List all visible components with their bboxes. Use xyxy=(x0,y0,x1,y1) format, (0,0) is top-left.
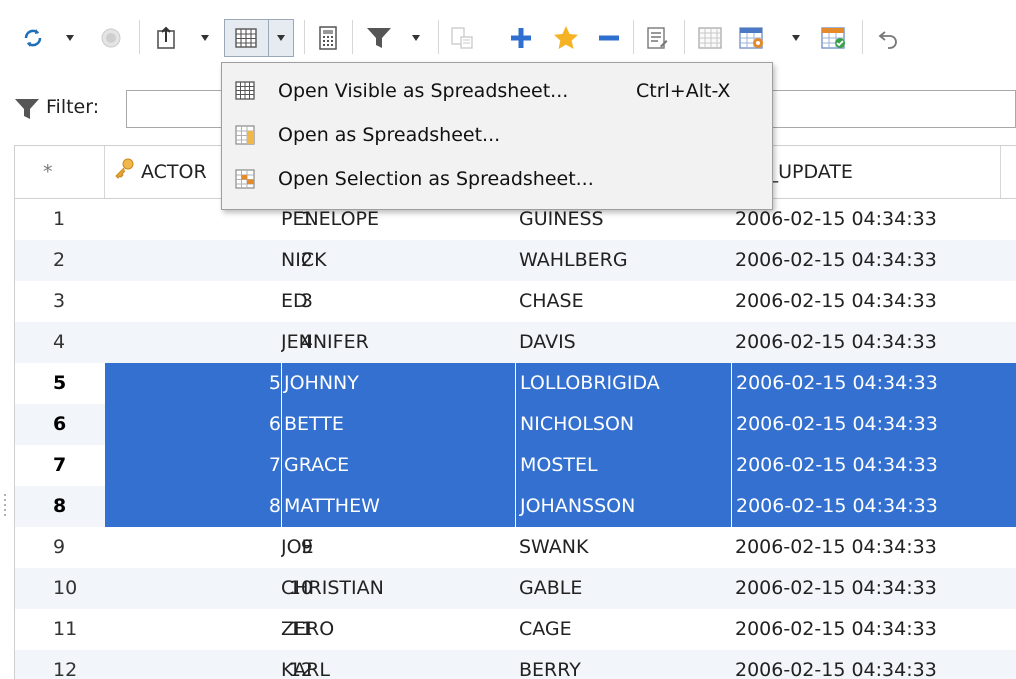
cell-first-name[interactable]: CHRISTIAN xyxy=(281,568,515,609)
cell-last-update[interactable]: 2006-02-15 04:34:33 xyxy=(731,568,1016,609)
cell-actor-id[interactable]: 8 xyxy=(105,486,281,527)
filter-funnel-icon xyxy=(14,97,40,126)
cell-last-name[interactable]: GABLE xyxy=(515,568,731,609)
spreadsheet-dropdown-chevron-down-icon[interactable] xyxy=(272,22,290,54)
cell-actor-id[interactable]: 5 xyxy=(105,363,281,404)
save-disabled-icon[interactable] xyxy=(446,22,478,54)
cell-actor-id[interactable]: 7 xyxy=(105,445,281,486)
cell-last-name[interactable]: CAGE xyxy=(515,609,731,650)
column-header-actor-id-label: ACTOR xyxy=(141,161,207,183)
table-row[interactable]: 10 10 CHRISTIAN GABLE 2006-02-15 04:34:33 xyxy=(15,568,1016,609)
table-row[interactable]: 4 4 JENNIFER DAVIS 2006-02-15 04:34:33 xyxy=(15,322,1016,363)
cell-first-name[interactable]: GRACE xyxy=(281,445,515,486)
delete-row-minus-icon[interactable] xyxy=(592,22,626,54)
results-grid: * ACTOR T_UPDATE 1 1 PENELOPE GUINESS 2006-0… xyxy=(14,145,1016,679)
cell-first-name[interactable]: JENNIFER xyxy=(281,322,515,363)
row-number[interactable]: 4 xyxy=(15,322,105,363)
refresh-icon[interactable] xyxy=(18,22,48,54)
spreadsheet-dropdown-menu: Open Visible as Spreadsheet... Ctrl+Alt-… xyxy=(221,62,773,210)
row-number[interactable]: 5 xyxy=(15,363,105,404)
cell-last-name[interactable]: NICHOLSON xyxy=(515,404,731,445)
menu-item-open-as-spreadsheet[interactable]: Open as Spreadsheet... xyxy=(222,113,772,157)
row-number[interactable]: 6 xyxy=(15,404,105,445)
export-dropdown-chevron-down-icon[interactable] xyxy=(197,22,213,54)
calculator-icon[interactable] xyxy=(313,22,343,54)
cell-last-name[interactable]: CHASE xyxy=(515,281,731,322)
cell-last-update[interactable]: 2006-02-15 04:34:33 xyxy=(731,486,1016,527)
table-row[interactable]: 5 5 JOHNNY LOLLOBRIGIDA 2006-02-15 04:34:33 xyxy=(15,363,1016,404)
row-number[interactable]: 11 xyxy=(15,609,105,650)
cell-first-name[interactable]: NICK xyxy=(281,240,515,281)
cell-last-name[interactable]: JOHANSSON xyxy=(515,486,731,527)
menu-item-open-selection-as-spreadsheet[interactable]: Open Selection as Spreadsheet... xyxy=(222,157,772,201)
cell-first-name[interactable]: ZERO xyxy=(281,609,515,650)
cell-last-update[interactable]: 2006-02-15 04:34:33 xyxy=(731,281,1016,322)
table-check-icon[interactable] xyxy=(817,22,851,54)
table-row[interactable]: 11 11 ZERO CAGE 2006-02-15 04:34:33 xyxy=(15,609,1016,650)
panel-resize-handle[interactable] xyxy=(4,494,7,524)
row-number[interactable]: 8 xyxy=(15,486,105,527)
stop-icon[interactable] xyxy=(96,22,126,54)
export-icon[interactable] xyxy=(151,22,181,54)
menu-item-label: Open as Spreadsheet... xyxy=(278,124,501,146)
table-row[interactable]: 2 2 NICK WAHLBERG 2006-02-15 04:34:33 xyxy=(15,240,1016,281)
cell-last-update[interactable]: 2006-02-15 04:34:33 xyxy=(731,363,1016,404)
cell-last-update[interactable]: 2006-02-15 04:34:33 xyxy=(731,322,1016,363)
row-number[interactable]: 10 xyxy=(15,568,105,609)
cell-first-name[interactable]: MATTHEW xyxy=(281,486,515,527)
table-settings-dropdown-chevron-down-icon[interactable] xyxy=(788,22,804,54)
table-row[interactable]: 7 7 GRACE MOSTEL 2006-02-15 04:34:33 xyxy=(15,445,1016,486)
cell-last-name[interactable]: SWANK xyxy=(515,527,731,568)
menu-item-open-visible-as-spreadsheet[interactable]: Open Visible as Spreadsheet... Ctrl+Alt-… xyxy=(222,69,772,113)
table-row[interactable]: 6 6 BETTE NICHOLSON 2006-02-15 04:34:33 xyxy=(15,404,1016,445)
cell-last-update[interactable]: 2006-02-15 04:34:33 xyxy=(731,609,1016,650)
cell-last-update[interactable]: 2006-02-15 04:34:33 xyxy=(731,527,1016,568)
filter-toolbar-icon[interactable] xyxy=(362,22,396,54)
corner-cell[interactable]: * xyxy=(15,146,105,198)
table-row[interactable]: 9 9 JOE SWANK 2006-02-15 04:34:33 xyxy=(15,527,1016,568)
add-row-plus-icon[interactable] xyxy=(504,22,538,54)
row-number[interactable]: 1 xyxy=(15,199,105,240)
cell-last-name[interactable]: MOSTEL xyxy=(515,445,731,486)
menu-item-label: Open Visible as Spreadsheet... xyxy=(278,80,569,102)
table-grid-icon[interactable] xyxy=(694,22,726,54)
spreadsheet-icon xyxy=(235,125,255,145)
filter-label: Filter: xyxy=(46,96,100,118)
cell-first-name[interactable]: JOHNNY xyxy=(281,363,515,404)
cell-last-update[interactable]: 2006-02-15 04:34:33 xyxy=(731,650,1016,679)
record-editor-icon[interactable] xyxy=(642,22,672,54)
cell-last-update[interactable]: 2006-02-15 04:34:33 xyxy=(731,404,1016,445)
table-row[interactable]: 12 12 KARL BERRY 2006-02-15 04:34:33 xyxy=(15,650,1016,679)
menu-item-shortcut: Ctrl+Alt-X xyxy=(636,80,731,102)
cell-last-name[interactable]: DAVIS xyxy=(515,322,731,363)
row-number[interactable]: 12 xyxy=(15,650,105,679)
selection-spreadsheet-icon xyxy=(235,169,255,189)
undo-icon[interactable] xyxy=(874,22,904,54)
cell-last-name[interactable]: WAHLBERG xyxy=(515,240,731,281)
row-number[interactable]: 9 xyxy=(15,527,105,568)
table-row[interactable]: 3 3 ED CHASE 2006-02-15 04:34:33 xyxy=(15,281,1016,322)
table-row[interactable]: 8 8 MATTHEW JOHANSSON 2006-02-15 04:34:33 xyxy=(15,486,1016,527)
key-icon xyxy=(113,147,135,199)
cell-last-update[interactable]: 2006-02-15 04:34:33 xyxy=(731,199,1016,240)
row-number[interactable]: 3 xyxy=(15,281,105,322)
cell-first-name[interactable]: JOE xyxy=(281,527,515,568)
refresh-dropdown-chevron-down-icon[interactable] xyxy=(62,22,78,54)
row-number[interactable]: 2 xyxy=(15,240,105,281)
grid-icon xyxy=(235,81,255,101)
filter-dropdown-chevron-down-icon[interactable] xyxy=(408,22,424,54)
menu-item-label: Open Selection as Spreadsheet... xyxy=(278,168,594,190)
cell-first-name[interactable]: KARL xyxy=(281,650,515,679)
row-number[interactable]: 7 xyxy=(15,445,105,486)
cell-first-name[interactable]: BETTE xyxy=(281,404,515,445)
cell-first-name[interactable]: ED xyxy=(281,281,515,322)
cell-last-update[interactable]: 2006-02-15 04:34:33 xyxy=(731,445,1016,486)
cell-last-name[interactable]: BERRY xyxy=(515,650,731,679)
spreadsheet-grid-icon[interactable] xyxy=(228,22,264,54)
table-settings-icon[interactable] xyxy=(735,22,769,54)
cell-last-name[interactable]: LOLLOBRIGIDA xyxy=(515,363,731,404)
star-icon[interactable] xyxy=(549,22,583,54)
cell-last-update[interactable]: 2006-02-15 04:34:33 xyxy=(731,240,1016,281)
cell-actor-id[interactable]: 6 xyxy=(105,404,281,445)
